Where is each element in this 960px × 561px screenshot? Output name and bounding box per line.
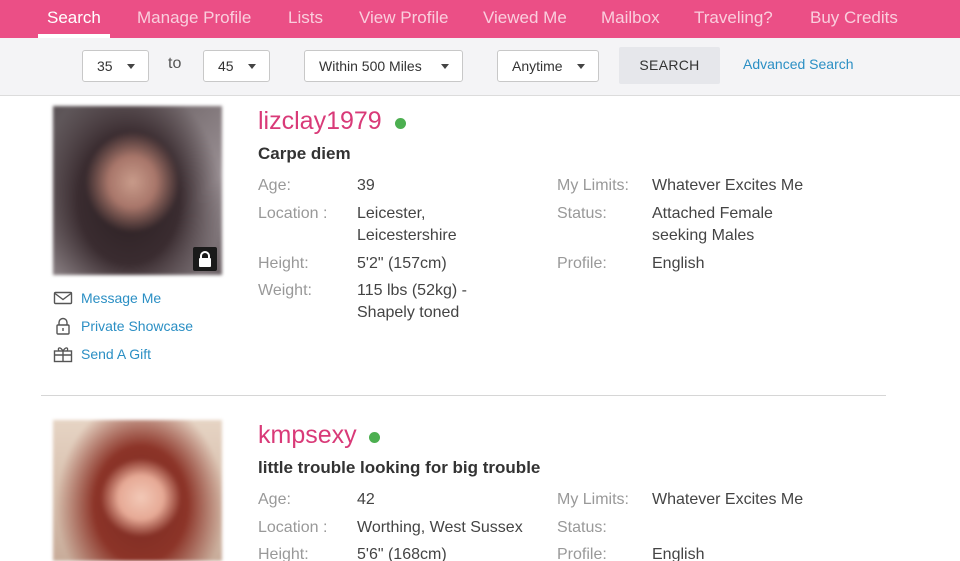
location-value: Leicester, Leicestershire	[357, 205, 457, 244]
age-from-select[interactable]: 35	[82, 50, 149, 82]
private-showcase-label: Private Showcase	[81, 318, 194, 334]
location-label: Location :	[258, 205, 328, 222]
location-label: Location :	[258, 519, 328, 536]
profile-language-label: Profile:	[557, 546, 607, 561]
weight-value: 115 lbs (52kg) - Shapely toned	[357, 282, 467, 321]
height-value: 5'2" (157cm)	[357, 255, 447, 272]
nav-tab-traveling[interactable]: Traveling?	[694, 0, 773, 38]
profile-username[interactable]: lizclay1979	[258, 107, 382, 136]
gift-icon	[53, 347, 73, 363]
profile-language-value: English	[652, 255, 705, 272]
weight-label: Weight:	[258, 282, 312, 299]
caret-down-icon	[577, 64, 585, 69]
age-label: Age:	[258, 491, 291, 508]
profile-tagline: little trouble looking for big trouble	[258, 458, 541, 477]
time-value: Anytime	[512, 58, 563, 74]
lock-icon	[193, 247, 217, 271]
online-status-dot	[369, 432, 380, 443]
limits-value: Whatever Excites Me	[652, 491, 804, 508]
limits-value: Whatever Excites Me	[652, 177, 804, 194]
height-label: Height:	[258, 255, 309, 272]
profile-photo[interactable]	[53, 420, 222, 561]
online-status-dot	[395, 118, 406, 129]
distance-select[interactable]: Within 500 Miles	[304, 50, 463, 82]
padlock-icon	[56, 317, 70, 335]
time-select[interactable]: Anytime	[497, 50, 599, 82]
location-value: Worthing, West Sussex	[357, 519, 523, 536]
height-label: Height:	[258, 546, 309, 561]
profile-language-value: English	[652, 546, 705, 561]
status-value: Attached Female seeking Males	[652, 205, 773, 244]
limits-label: My Limits:	[557, 491, 629, 508]
caret-down-icon	[127, 64, 135, 69]
status-label: Status:	[557, 205, 607, 222]
nav-tab-lists[interactable]: Lists	[288, 0, 323, 38]
age-label: Age:	[258, 177, 291, 194]
search-filter-bar: 35 to 45 Within 500 Miles Anytime SEARCH…	[0, 38, 960, 96]
nav-tab-buy-credits[interactable]: Buy Credits	[810, 0, 898, 38]
message-me-label: Message Me	[81, 290, 162, 306]
nav-tab-viewed-me[interactable]: Viewed Me	[483, 0, 567, 38]
nav-tab-view-profile[interactable]: View Profile	[359, 0, 448, 38]
envelope-icon	[53, 291, 73, 305]
send-gift-label: Send A Gift	[81, 346, 152, 362]
profile-tagline: Carpe diem	[258, 144, 351, 163]
caret-down-icon	[441, 64, 449, 69]
limits-label: My Limits:	[557, 177, 629, 194]
distance-value: Within 500 Miles	[319, 58, 422, 74]
nav-tab-mailbox[interactable]: Mailbox	[601, 0, 660, 38]
age-value: 39	[357, 177, 375, 194]
age-to-select[interactable]: 45	[203, 50, 270, 82]
age-range-to-label: to	[168, 55, 182, 72]
profile-language-label: Profile:	[557, 255, 607, 272]
nav-tab-manage-profile[interactable]: Manage Profile	[137, 0, 251, 38]
height-value: 5'6" (168cm)	[357, 546, 447, 561]
search-button[interactable]: SEARCH	[619, 47, 720, 84]
nav-tab-search[interactable]: Search	[38, 0, 110, 38]
profile-username[interactable]: kmpsexy	[258, 421, 357, 450]
age-to-value: 45	[218, 58, 234, 74]
age-value: 42	[357, 491, 375, 508]
advanced-search-link[interactable]: Advanced Search	[743, 56, 854, 72]
status-label: Status:	[557, 519, 607, 536]
age-from-value: 35	[97, 58, 113, 74]
top-navigation: Search Manage Profile Lists View Profile…	[0, 0, 960, 38]
card-divider	[41, 395, 886, 396]
caret-down-icon	[248, 64, 256, 69]
